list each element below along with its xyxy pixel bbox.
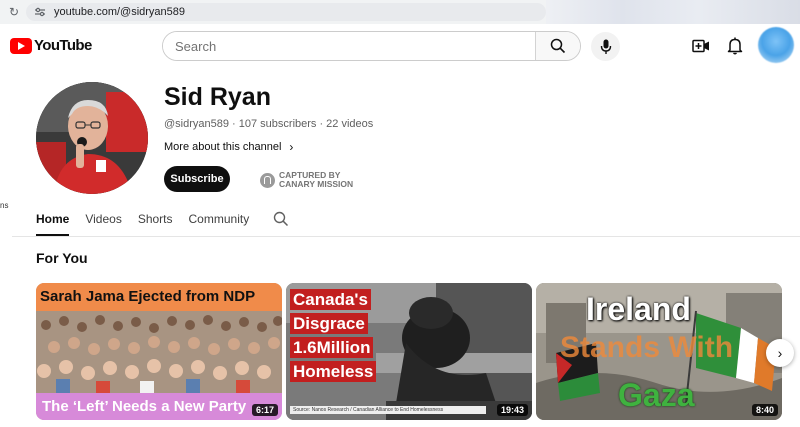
notifications-button[interactable] [724,35,746,57]
lock-badge-icon [260,172,275,188]
thumbnail-title-line-3: Gaza [618,377,695,413]
search-button[interactable] [535,32,580,60]
headline-line-4: Homeless [290,361,377,382]
sidebar-fragment: ns [0,201,9,210]
search-icon[interactable] [273,211,289,227]
thumbnail-title-line-1: Ireland [586,291,691,327]
tab-videos[interactable]: Videos [85,204,121,236]
video-card-3[interactable]: Ireland Stands With Gaza 8:40 [536,283,782,420]
thumbnail-headline: Canada's Disgrace 1.6Million Homeless [290,289,377,385]
search-input[interactable] [163,32,535,60]
channel-avatar[interactable] [36,82,148,194]
tab-community[interactable]: Community [189,204,250,236]
tabs-divider [12,236,800,237]
thumbnail-title-line-2: Stands With [560,331,734,364]
headline-line-3: 1.6Million [290,337,374,358]
carousel-next-button[interactable]: › [766,339,794,367]
headline-line-1: Canada's [290,289,371,310]
thumbnail-bottom-text: The ‘Left’ Needs a New Party [36,393,282,420]
headline-line-2: Disgrace [290,313,368,334]
thumbnail-source-caption: Source: Nanos Research / Canadian Allian… [290,406,486,414]
browser-address-bar: ↻ youtube.com/@sidryan589 [0,0,800,24]
more-about-label: More about this channel [164,141,282,153]
channel-meta: @sidryan589 · 107 subscribers · 22 video… [164,118,374,130]
url-text: youtube.com/@sidryan589 [54,6,186,18]
subscribe-button[interactable]: Subscribe [164,166,230,192]
channel-tabs: Home Videos Shorts Community [36,204,289,236]
chevron-right-icon: › [289,140,294,154]
voice-search-button[interactable] [591,32,620,61]
more-about-link[interactable]: More about this channel › [164,140,293,154]
tab-shorts[interactable]: Shorts [138,204,173,236]
tab-home[interactable]: Home [36,204,70,236]
search-bar [162,31,581,61]
video-card-1[interactable]: Sarah Jama Ejected from NDP The ‘Left’ N… [36,283,282,420]
captured-badge: CAPTURED BY CANARY MISSION [260,171,353,189]
youtube-logo[interactable]: YouTube [10,37,92,54]
video-duration: 6:17 [251,404,278,416]
channel-avatar-image [36,82,148,194]
mic-icon [600,39,611,54]
channel-name: Sid Ryan [164,83,271,111]
video-duration: 19:43 [496,404,528,416]
browser-toolbar-blurred [546,0,800,24]
youtube-header: YouTube [0,24,800,68]
bell-icon [727,37,743,55]
youtube-play-icon [10,37,32,54]
thumbnail-top-text: Sarah Jama Ejected from NDP [36,283,282,311]
site-info-icon[interactable] [34,6,46,18]
video-card-2[interactable]: Canada's Disgrace 1.6Million Homeless So… [286,283,532,420]
url-field[interactable]: youtube.com/@sidryan589 [26,3,546,21]
create-button[interactable] [690,35,712,57]
captured-line-2: CANARY MISSION [279,179,354,189]
reload-icon[interactable]: ↻ [6,4,22,20]
video-duration: 8:40 [751,404,778,416]
chevron-right-icon: › [777,345,783,361]
search-icon [550,38,566,54]
crowd-image [36,311,282,393]
logo-text: YouTube [34,37,92,54]
user-avatar[interactable] [758,27,794,63]
section-title: For You [36,250,88,266]
create-video-icon [692,39,709,53]
